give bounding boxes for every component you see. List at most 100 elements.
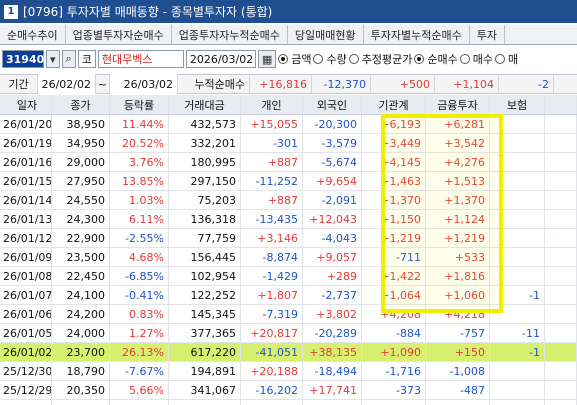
header-extra[interactable] [545, 95, 577, 114]
tab-daily-trade[interactable]: 당일매매현황 [288, 25, 364, 45]
table-row[interactable]: 26/01/12 22,900 -2.55% 77,759 +3,146 -4,043 +1… [0, 229, 577, 248]
table-cell [545, 134, 577, 152]
table-cell: 38,950 [52, 115, 110, 133]
header-individual[interactable]: 개인 [241, 95, 303, 114]
table-cell: 24,200 [52, 305, 110, 323]
table-cell: -388 [426, 400, 490, 405]
table-cell: 26/01/06 [0, 305, 52, 323]
radio-icon [313, 54, 324, 64]
table-cell [545, 343, 577, 361]
date-field[interactable]: 2026/03/02 [185, 50, 256, 68]
table-cell: +12,043 [303, 210, 362, 228]
table-cell: 20.52% [110, 134, 169, 152]
table-cell [490, 210, 545, 228]
table-row[interactable]: 25/12/29 20,350 5.66% 341,067 -16,202 +17,741… [0, 381, 577, 400]
table-cell: 1.27% [110, 324, 169, 342]
table-cell [545, 229, 577, 247]
table-cell: 26/01/19 [0, 134, 52, 152]
tab-investor[interactable]: 투자 [470, 25, 505, 45]
table-cell: +9,654 [303, 172, 362, 190]
table-cell: 22,450 [52, 267, 110, 285]
table-cell: +1,064 [362, 286, 426, 304]
table-cell: +4,208 [362, 305, 426, 323]
table-row[interactable]: 26/01/13 24,300 6.11% 136,318 -13,435 +12,043… [0, 210, 577, 229]
table-cell: +1,816 [426, 267, 490, 285]
table-cell: 22,900 [52, 229, 110, 247]
tab-investor-cumulative[interactable]: 투자자별누적순매수 [364, 25, 470, 45]
table-row[interactable]: 25/12/2619,2603.66%511,245-3,135+2,583-5… [0, 400, 577, 405]
table-row[interactable]: 26/01/02 23,700 26.13% 617,220 -41,051 +38,13… [0, 343, 577, 362]
table-cell: -7,319 [241, 305, 303, 323]
table-cell: +1,219 [426, 229, 490, 247]
table-cell: +533 [426, 248, 490, 266]
table-cell: -3,579 [303, 134, 362, 152]
stock-code-input[interactable]: 319400 [2, 50, 52, 68]
stock-name-field[interactable]: 현대무벡스 [97, 50, 184, 68]
tab-industry-cumulative[interactable]: 업종투자자누적순매수 [172, 25, 288, 45]
table-cell: -20,289 [303, 324, 362, 342]
quantity-radio[interactable]: 수량 [313, 51, 347, 67]
table-cell: 18,790 [52, 362, 110, 380]
table-cell: 26/01/14 [0, 191, 52, 209]
table-row[interactable]: 25/12/30 18,790 -7.67% 194,891 +20,188 -18,49… [0, 362, 577, 381]
table-cell: 194,891 [169, 362, 241, 380]
table-cell: -373 [362, 381, 426, 399]
table-cell: 75,203 [169, 191, 241, 209]
header-insurance[interactable]: 보험 [490, 95, 545, 114]
table-cell: +289 [303, 267, 362, 285]
table-row[interactable]: 26/01/06 24,200 0.83% 145,345 -7,319 +3,802 +4… [0, 305, 577, 324]
table-cell: -545 [362, 400, 426, 405]
table-cell: +1,150 [362, 210, 426, 228]
header-trade-value[interactable]: 거래대금 [169, 95, 241, 114]
header-institution[interactable]: 기관계 [362, 95, 426, 114]
tab-industry-investor[interactable]: 업종별투자자순매수 [66, 25, 172, 45]
table-row[interactable]: 26/01/05 24,000 1.27% 377,365 +20,817 -20,289… [0, 324, 577, 343]
calendar-icon[interactable]: ▦ [257, 50, 277, 68]
buy-radio[interactable]: 매수 [459, 51, 493, 67]
header-financial[interactable]: 금융투자 [426, 95, 490, 114]
table-cell: -4,043 [303, 229, 362, 247]
table-cell: 25/12/29 [0, 381, 52, 399]
table-cell: 26/01/05 [0, 324, 52, 342]
amount-radio[interactable]: 금액 [278, 51, 311, 67]
table-cell [545, 267, 577, 285]
table-cell: +3,449 [362, 134, 426, 152]
table-cell: 25/12/26 [0, 400, 52, 405]
table-row[interactable]: 26/01/14 24,550 1.03% 75,203 +887 -2,091 +1,37… [0, 191, 577, 210]
header-date[interactable]: 일자 [0, 95, 52, 114]
header-foreign[interactable]: 외국인 [303, 95, 362, 114]
search-icon[interactable]: ⌕ [61, 50, 76, 68]
table-cell [490, 362, 545, 380]
table-cell: -1,429 [241, 267, 303, 285]
net-buy-radio[interactable]: 순매수 [414, 51, 458, 67]
table-cell [545, 210, 577, 228]
table-cell [545, 381, 577, 399]
investor-table: 일자 종가 등락률 거래대금 개인 외국인 기관계 금융투자 보험 26/01/… [0, 95, 577, 405]
cumulative-foreign: -12,370 [312, 74, 371, 94]
table-cell: +1,090 [362, 343, 426, 361]
table-row[interactable]: 26/01/16 29,000 3.76% 180,995 +887 -5,674 +4,1… [0, 153, 577, 172]
average-price-radio[interactable]: 추정평균가 [348, 51, 412, 67]
table-cell: -1,716 [362, 362, 426, 380]
table-row[interactable]: 26/01/08 22,450 -6.85% 102,954 -1,429 +289 +1,… [0, 267, 577, 286]
sell-radio[interactable]: 매 [494, 51, 518, 67]
dropdown-icon[interactable]: ▾ [46, 50, 60, 68]
table-row[interactable]: 26/01/15 27,950 13.85% 297,150 -11,252 +9,654… [0, 172, 577, 191]
table-row[interactable]: 26/01/09 23,500 4.68% 156,445 -8,874 +9,057 -7… [0, 248, 577, 267]
header-close[interactable]: 종가 [52, 95, 110, 114]
table-cell: +9,057 [303, 248, 362, 266]
table-row[interactable]: 26/01/20 38,950 11.44% 432,573 +15,055 -20,30… [0, 115, 577, 134]
table-cell: 102,954 [169, 267, 241, 285]
table-row[interactable]: 26/01/19 34,950 20.52% 332,201 -301 -3,579 +3,… [0, 134, 577, 153]
end-date-field[interactable]: 26/03/02 [110, 74, 178, 94]
header-change-rate[interactable]: 등락률 [110, 95, 169, 114]
table-cell: +2,583 [303, 400, 362, 405]
table-cell [545, 115, 577, 133]
table-cell: 4.68% [110, 248, 169, 266]
start-date-field[interactable]: 26/02/02 [38, 74, 96, 94]
table-cell: 20,350 [52, 381, 110, 399]
table-cell: 23,500 [52, 248, 110, 266]
table-row[interactable]: 26/01/07 24,100 -0.41% 122,252 +1,807 -2,737 +… [0, 286, 577, 305]
tab-net-buy-trend[interactable]: 순매수추이 [0, 25, 66, 45]
table-cell: +887 [241, 191, 303, 209]
